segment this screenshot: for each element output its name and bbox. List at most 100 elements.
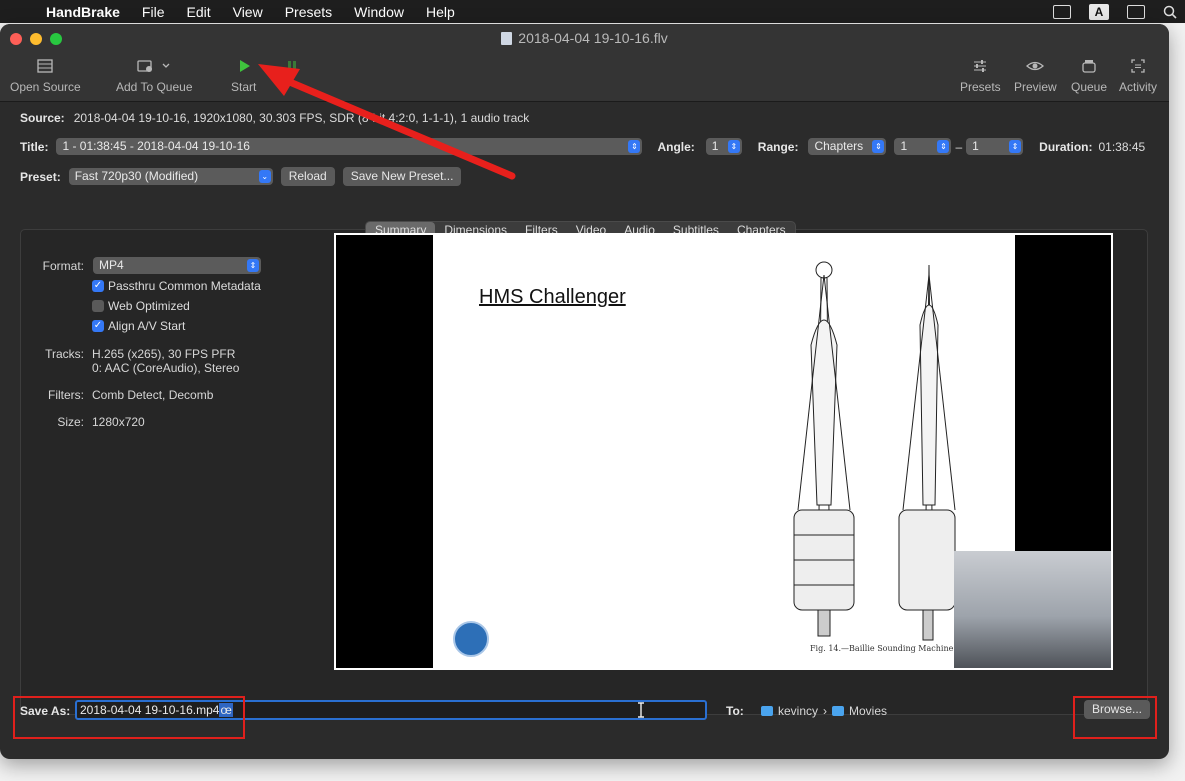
- tracks-audio: 0: AAC (CoreAudio), Stereo: [92, 361, 240, 375]
- open-source-button[interactable]: Open Source: [10, 54, 81, 94]
- tracks-label: Tracks:: [45, 347, 84, 361]
- path-movies[interactable]: Movies: [849, 704, 887, 718]
- activity-label: Activity: [1119, 80, 1158, 94]
- menu-file[interactable]: File: [131, 4, 176, 20]
- filters-value: Comb Detect, Decomb: [92, 388, 214, 402]
- duration-value: 01:38:45: [1098, 139, 1146, 154]
- webcam-overlay: [954, 551, 1111, 668]
- folder-icon: [761, 706, 773, 716]
- range-popup[interactable]: Chapters ⇕: [808, 138, 887, 155]
- preview-button[interactable]: Preview: [1014, 54, 1057, 94]
- title-popup-value: 1 - 01:38:45 - 2018-04-04 19-10-16: [62, 139, 250, 153]
- range-to-value: 1: [972, 139, 979, 153]
- chevron-down-icon: ⌄: [258, 170, 271, 183]
- title-row: Title: 1 - 01:38:45 - 2018-04-04 19-10-1…: [20, 138, 1150, 155]
- align-av-start-label: Align A/V Start: [108, 319, 186, 333]
- destination-label: To:: [726, 704, 744, 718]
- menu-window[interactable]: Window: [343, 4, 415, 20]
- pause-button[interactable]: [286, 54, 298, 78]
- menu-presets[interactable]: Presets: [274, 4, 343, 20]
- start-button[interactable]: Start: [231, 54, 256, 94]
- window-title-text: 2018-04-04 19-10-16.flv: [518, 30, 668, 46]
- activity-icon: [1131, 59, 1145, 73]
- activity-button[interactable]: Activity: [1119, 54, 1157, 94]
- range-value: Chapters: [814, 139, 864, 153]
- handbrake-window: 2018-04-04 19-10-16.flv Open Source Add …: [0, 24, 1169, 759]
- format-value: MP4: [99, 258, 124, 272]
- destination-path[interactable]: kevincy › Movies: [761, 704, 887, 718]
- preset-label: Preset:: [20, 169, 61, 184]
- web-optimized-label: Web Optimized: [108, 299, 190, 313]
- popup-arrows-icon: ⇕: [628, 140, 641, 153]
- preview-label: Preview: [1014, 80, 1057, 94]
- spotlight-search-icon[interactable]: [1163, 5, 1177, 19]
- source-label: Source:: [20, 111, 65, 125]
- add-to-queue-button[interactable]: Add To Queue: [116, 54, 193, 94]
- popup-arrows-icon: ⇕: [872, 140, 885, 153]
- pause-icon: [288, 61, 296, 71]
- format-label: Format:: [42, 259, 84, 273]
- menu-help[interactable]: Help: [415, 4, 466, 20]
- queue-button[interactable]: Queue: [1071, 54, 1107, 94]
- popup-arrows-icon: ⇕: [727, 140, 740, 153]
- filters-label: Filters:: [48, 388, 84, 402]
- preview-image[interactable]: HMS Challenger Fig. 14.—Baillie Sounding…: [334, 233, 1113, 670]
- control-center-icon[interactable]: [1127, 4, 1145, 19]
- checkmark-icon: ✓: [92, 280, 104, 292]
- menu-view[interactable]: View: [222, 4, 274, 20]
- title-popup[interactable]: 1 - 01:38:45 - 2018-04-04 19-10-16 ⇕: [56, 138, 643, 155]
- eye-icon: [1026, 61, 1045, 71]
- preset-value: Fast 720p30 (Modified): [74, 169, 199, 183]
- size-label: Size:: [57, 415, 84, 429]
- tracks-video: H.265 (x265), 30 FPS PFR: [92, 347, 236, 361]
- window-title: 2018-04-04 19-10-16.flv: [0, 30, 1169, 46]
- web-optimized-checkbox[interactable]: Web Optimized: [92, 299, 190, 313]
- angle-popup[interactable]: 1 ⇕: [705, 138, 742, 155]
- menu-app[interactable]: HandBrake: [40, 4, 131, 20]
- queue-icon: [1082, 60, 1096, 73]
- menu-bar: HandBrake File Edit View Presets Window …: [0, 0, 1185, 23]
- popup-arrows-icon: ⇕: [247, 259, 259, 272]
- annotation-box-browse: [1073, 696, 1157, 739]
- source-row: Source: 2018-04-04 19-10-16, 1920x1080, …: [20, 111, 529, 125]
- path-user[interactable]: kevincy: [778, 704, 818, 718]
- film-icon: [37, 59, 54, 73]
- preset-popup[interactable]: Fast 720p30 (Modified) ⌄: [68, 168, 273, 185]
- presets-button[interactable]: Presets: [960, 54, 1001, 94]
- annotation-box-save-as: [13, 696, 245, 739]
- sounding-machine-illustration: [793, 261, 956, 641]
- menu-edit[interactable]: Edit: [175, 4, 221, 20]
- add-photo-icon: [137, 60, 170, 72]
- title-label: Title:: [20, 139, 49, 154]
- range-label: Range:: [757, 139, 799, 154]
- save-new-preset-button[interactable]: Save New Preset...: [342, 167, 462, 186]
- source-value: 2018-04-04 19-10-16, 1920x1080, 30.303 F…: [73, 111, 530, 125]
- university-logo: [453, 621, 489, 657]
- title-bar: 2018-04-04 19-10-16.flv Open Source Add …: [0, 24, 1169, 102]
- angle-label: Angle:: [657, 139, 695, 154]
- queue-label: Queue: [1071, 80, 1108, 94]
- align-av-start-checkbox[interactable]: ✓ Align A/V Start: [92, 319, 185, 333]
- format-popup[interactable]: MP4 ⇕: [93, 257, 261, 274]
- empty-checkbox-icon: [92, 300, 104, 312]
- duration-label: Duration:: [1039, 139, 1093, 154]
- display-icon[interactable]: [1053, 4, 1071, 19]
- slide: HMS Challenger Fig. 14.—Baillie Sounding…: [433, 235, 1015, 668]
- document-icon: [501, 32, 513, 45]
- range-separator: –: [955, 139, 963, 154]
- sliders-icon: [974, 60, 987, 72]
- popup-arrows-icon: ⇕: [1009, 140, 1022, 153]
- open-source-label: Open Source: [10, 80, 81, 94]
- status-area: A: [1053, 0, 1177, 23]
- range-from-popup[interactable]: 1 ⇕: [894, 138, 952, 155]
- text-cursor-icon: [638, 702, 644, 718]
- range-to-popup[interactable]: 1 ⇕: [966, 138, 1024, 155]
- size-value: 1280x720: [92, 415, 145, 429]
- start-label: Start: [231, 80, 257, 94]
- reload-button[interactable]: Reload: [280, 167, 335, 186]
- presets-label: Presets: [960, 80, 1001, 94]
- play-icon: [239, 60, 250, 72]
- passthru-metadata-checkbox[interactable]: ✓ Passthru Common Metadata: [92, 279, 261, 293]
- input-source-indicator[interactable]: A: [1089, 3, 1109, 20]
- add-to-queue-label: Add To Queue: [116, 80, 193, 94]
